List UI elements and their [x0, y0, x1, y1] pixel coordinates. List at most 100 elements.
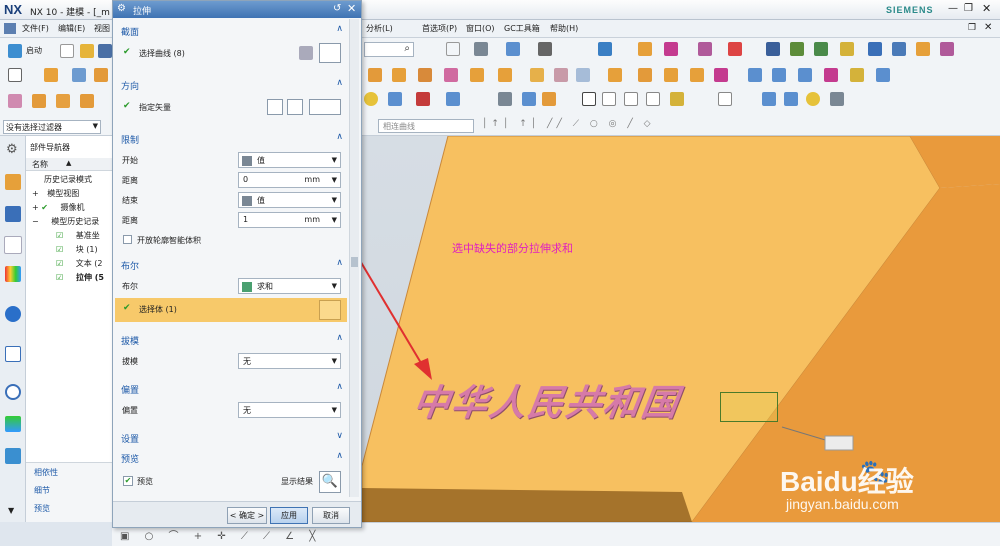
chevron-up-icon[interactable]: ∧ — [336, 333, 343, 343]
footer-dependencies[interactable]: 相依性 — [34, 467, 58, 478]
intersection-curve-icon[interactable] — [522, 92, 536, 106]
curve-select-icon[interactable] — [319, 43, 341, 63]
start-button[interactable]: 启动 — [26, 45, 42, 56]
process-icon[interactable] — [5, 416, 21, 432]
pocket-icon[interactable] — [418, 68, 432, 82]
subtract-icon[interactable] — [554, 68, 568, 82]
footer-preview[interactable]: 预览 — [34, 503, 50, 514]
triangle-icon[interactable] — [582, 92, 596, 106]
minimize-icon[interactable]: — — [948, 3, 958, 14]
draft-icon[interactable] — [748, 68, 762, 82]
intersect-icon[interactable] — [576, 68, 590, 82]
sew-icon[interactable] — [824, 68, 838, 82]
vector-dialog-icon[interactable] — [267, 99, 283, 115]
extrude-icon[interactable] — [32, 94, 46, 108]
tools-icon[interactable] — [940, 42, 954, 56]
menu-view[interactable]: 视图 — [94, 23, 110, 34]
chevron-up-icon[interactable]: ∧ — [336, 451, 343, 461]
mesh-icon[interactable] — [766, 42, 780, 56]
layer-icon[interactable] — [790, 42, 804, 56]
chevron-up-icon[interactable]: ∧ — [336, 78, 343, 88]
chevron-down-icon[interactable]: ▼ — [332, 216, 337, 224]
tree-item-datum-csys[interactable]: ☑ 基准坐 — [56, 230, 100, 242]
gdt-icon[interactable] — [670, 92, 684, 106]
body-select-icon[interactable] — [319, 300, 341, 320]
thicken-icon[interactable] — [798, 68, 812, 82]
chevron-up-icon[interactable]: ∧ — [336, 24, 343, 34]
assembly-navigator-icon[interactable] — [5, 206, 21, 222]
doc-restore-icon[interactable]: ❐ — [968, 23, 976, 33]
hole-icon[interactable] — [368, 68, 382, 82]
datum-plane-icon[interactable] — [388, 92, 402, 106]
end-type-select[interactable]: 值 ▼ — [238, 192, 341, 208]
measure-icon[interactable] — [728, 42, 742, 56]
boss-icon[interactable] — [392, 68, 406, 82]
cancel-button[interactable]: 取消 — [312, 507, 350, 524]
section-header-settings[interactable]: 设置 ∨ — [115, 430, 347, 446]
project-curve-icon[interactable] — [498, 92, 512, 106]
expand-icon[interactable]: + — [32, 189, 39, 198]
web-browser-icon[interactable] — [5, 306, 21, 322]
tape-icon[interactable] — [806, 92, 820, 106]
start-icon[interactable] — [8, 44, 22, 58]
tree-item-model-views[interactable]: + 模型视图 — [32, 188, 79, 200]
specify-vector-row[interactable]: ✔ 指定矢量 — [115, 97, 347, 119]
tree-item-cameras[interactable]: + ✔ 摄像机 — [32, 202, 85, 214]
column-name-header[interactable]: 名称 — [32, 159, 48, 170]
section-header-offset[interactable]: 偏置 ∧ — [115, 381, 347, 397]
section-header-section[interactable]: 截面 ∧ — [115, 23, 347, 39]
chamfer-icon[interactable] — [638, 68, 652, 82]
section-header-draft[interactable]: 拔模 ∧ — [115, 332, 347, 348]
reset-icon[interactable]: ↺ — [333, 3, 341, 14]
assembly-icon[interactable] — [868, 42, 882, 56]
section-header-direction[interactable]: 方向 ∧ — [115, 77, 347, 93]
select-curve-row[interactable]: ✔ 选择曲线 (8) — [115, 43, 347, 65]
restore-icon[interactable]: ❐ — [964, 3, 973, 14]
preview-checkbox[interactable]: ✔ — [123, 476, 133, 486]
roles-icon[interactable] — [5, 448, 21, 464]
dialog-scrollbar[interactable] — [349, 19, 359, 497]
open-icon[interactable] — [80, 44, 94, 58]
checkbox-checked-icon[interactable]: ☑ — [56, 245, 63, 254]
tag-icon[interactable] — [840, 42, 854, 56]
section-header-boolean[interactable]: 布尔 ∧ — [115, 257, 347, 273]
sketch-icon[interactable] — [8, 68, 22, 82]
doc-close-icon[interactable]: ✕ — [984, 22, 992, 33]
trim-body-icon[interactable] — [690, 68, 704, 82]
tree-item-extrude[interactable]: ☑ 拉伸 (5 — [56, 272, 104, 284]
menu-preferences[interactable]: 首选项(P) — [422, 23, 457, 34]
grid-icon[interactable] — [602, 92, 616, 106]
ok-button[interactable]: < 确定 > — [227, 507, 267, 524]
extract-icon[interactable] — [542, 92, 556, 106]
open-profile-checkbox[interactable] — [123, 235, 132, 244]
edge-blend-icon[interactable] — [608, 68, 622, 82]
checkbox-checked-icon[interactable]: ☑ — [56, 259, 63, 268]
footer-details[interactable]: 细节 — [34, 485, 50, 496]
shaded-cube-icon[interactable] — [506, 42, 520, 56]
eraser-icon[interactable] — [8, 94, 22, 108]
offset-select[interactable]: 无 ▼ — [238, 402, 341, 418]
gear-icon[interactable]: ⚙ — [6, 142, 18, 157]
collapse-icon[interactable]: − — [32, 217, 39, 226]
split-body-icon[interactable] — [714, 68, 728, 82]
mirror-icon[interactable] — [876, 68, 890, 82]
menu-edit[interactable]: 编辑(E) — [58, 23, 85, 34]
menu-gc-toolbox[interactable]: GC工具箱 — [504, 23, 540, 34]
chevron-up-icon[interactable]: ∧ — [336, 258, 343, 268]
slot-icon[interactable] — [444, 68, 458, 82]
show-result-button[interactable]: 🔍 — [319, 471, 341, 493]
checkbox-checked-icon[interactable]: ☑ — [56, 231, 63, 240]
sphere-icon[interactable] — [364, 92, 378, 106]
boolean-select[interactable]: 求和 ▼ — [238, 278, 341, 294]
groove-icon[interactable] — [470, 68, 484, 82]
sketch-section-icon[interactable] — [299, 46, 313, 60]
menu-file[interactable]: 文件(F) — [22, 23, 49, 34]
tolerance-icon[interactable] — [718, 92, 732, 106]
apply-button[interactable]: 应用 — [270, 507, 308, 524]
offset-face-icon[interactable] — [772, 68, 786, 82]
history-icon[interactable] — [5, 346, 21, 362]
curve-rule-dropdown[interactable]: 相连曲线 — [378, 119, 474, 133]
render-style-icon[interactable] — [474, 42, 488, 56]
command-search-input[interactable]: ⌕ — [364, 42, 414, 57]
fit-view-icon[interactable] — [446, 42, 460, 56]
